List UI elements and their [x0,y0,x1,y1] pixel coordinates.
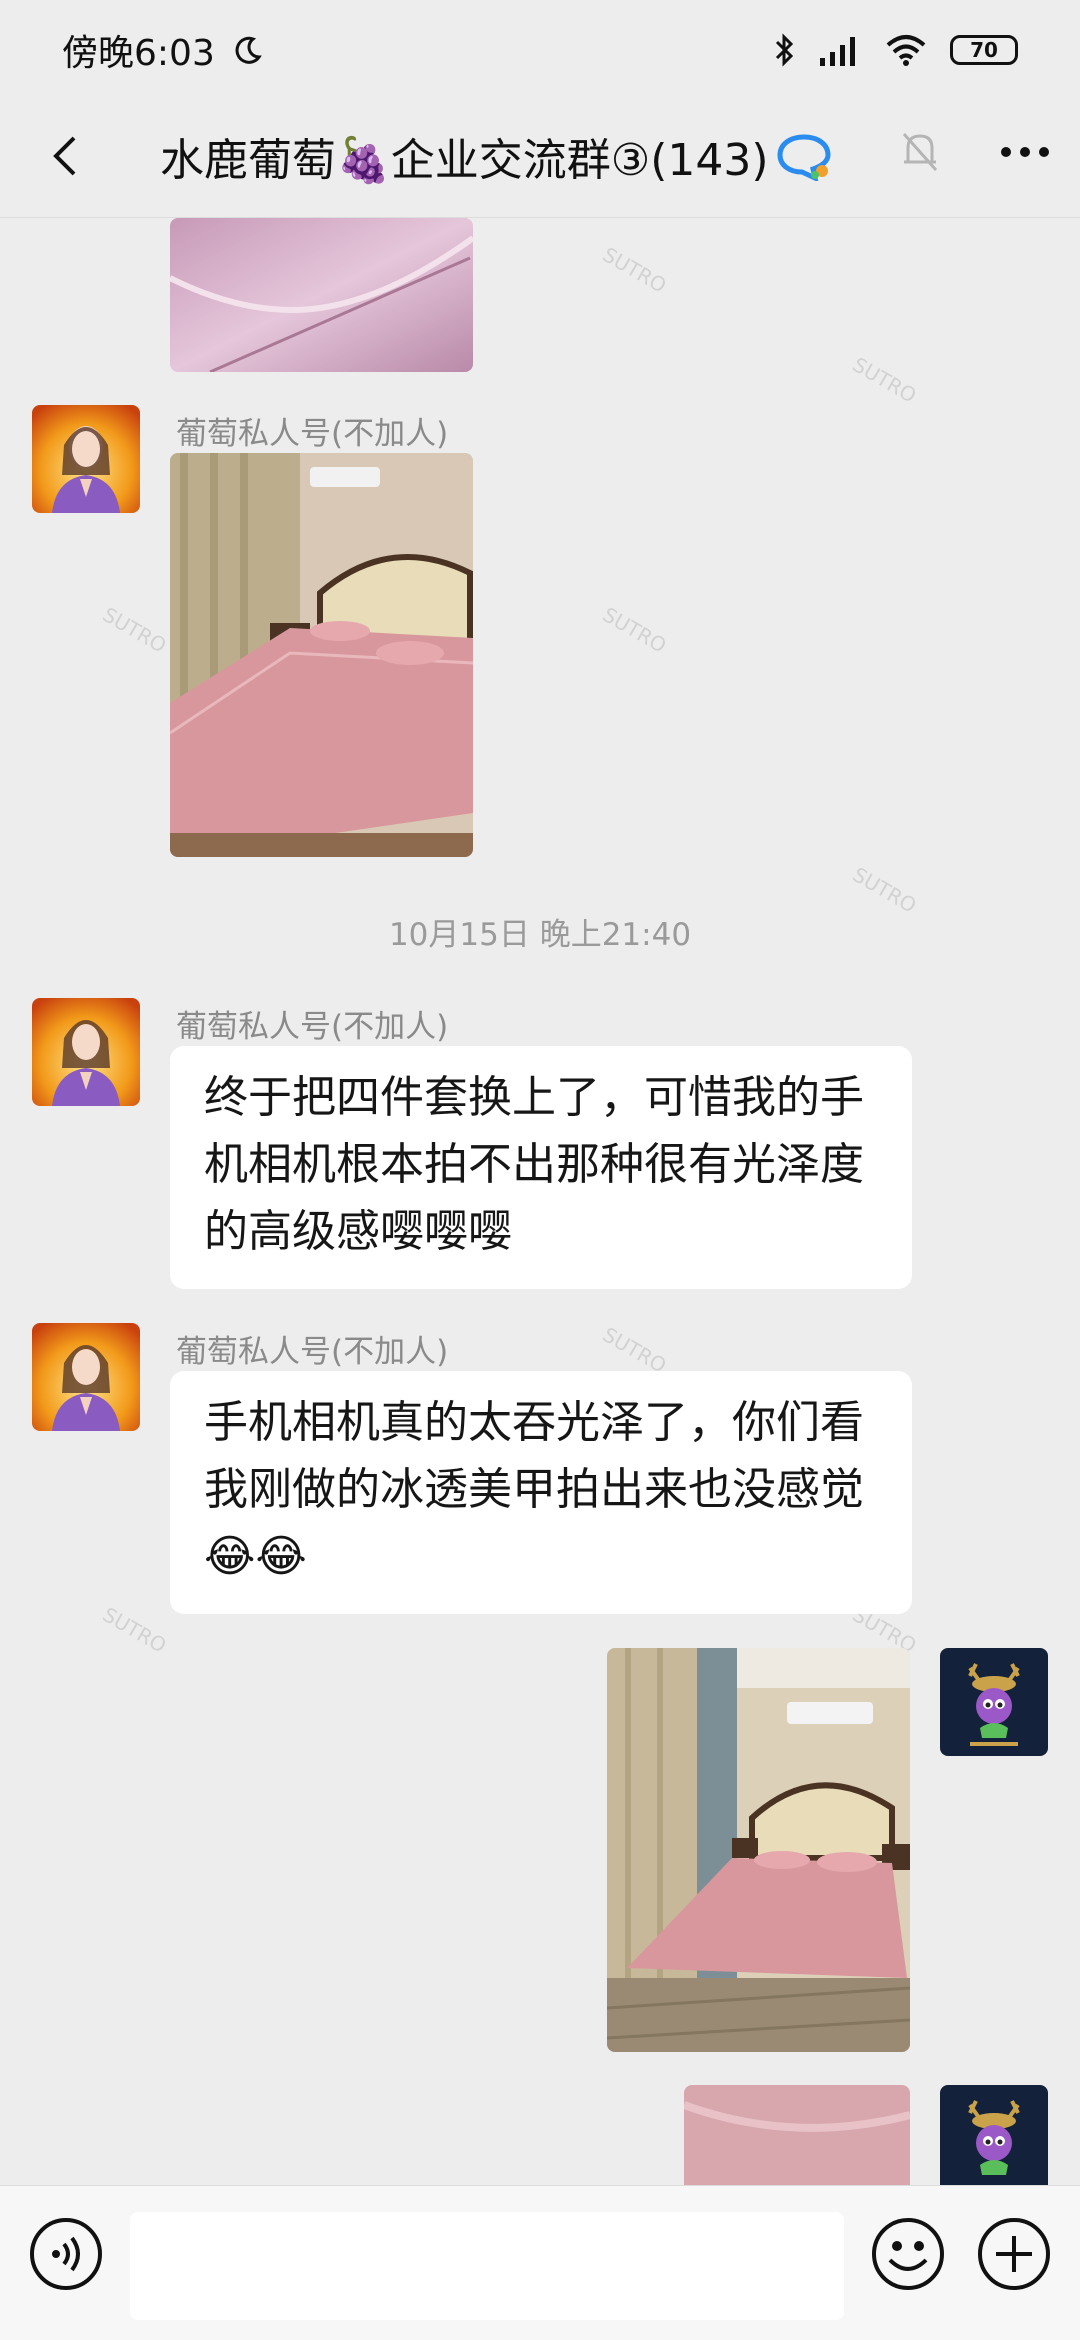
user-avatar-image [32,1323,140,1431]
bedroom-photo-image [607,1648,910,2052]
grape-logo-avatar-image [940,1648,1048,1756]
silk-sheet-image [684,2085,910,2185]
watermark: SUTRO [598,1322,671,1378]
sender-name: 葡萄私人号(不加人) [176,1334,449,1370]
voice-icon[interactable] [28,2216,104,2292]
chat-header: 水鹿葡萄🍇企业交流群③(143) [0,100,1080,218]
watermark: SUTRO [848,352,921,408]
message-bubble[interactable]: 手机相机真的太吞光泽了，你们看我刚做的冰透美甲拍出来也没感觉😂😂 [170,1371,912,1614]
my-avatar[interactable] [940,1648,1048,1756]
avatar[interactable] [32,1323,140,1431]
watermark: SUTRO [598,242,671,298]
input-bar [0,2185,1080,2340]
plus-icon[interactable] [976,2216,1052,2292]
bedroom-photo-image [170,453,473,857]
sender-name: 葡萄私人号(不加人) [176,1009,449,1045]
watermark: SUTRO [598,602,671,658]
mute-bell-icon[interactable] [900,130,940,174]
message-bubble[interactable]: 终于把四件套换上了，可惜我的手机相机根本拍不出那种很有光泽度的高级感嘤嘤嘤 [170,1046,912,1289]
avatar[interactable] [32,405,140,513]
group-name: 水鹿葡萄🍇企业交流群③(143) [160,135,769,186]
moon-icon [235,36,262,64]
message-input[interactable] [130,2212,844,2320]
photo-message[interactable] [170,453,473,857]
message-text: 终于把四件套换上了，可惜我的手机相机根本拍不出那种很有光泽度的高级感嘤嘤嘤 [204,1072,864,1257]
battery-indicator: 70 [950,35,1018,65]
watermark: SUTRO [98,1602,171,1658]
bluetooth-icon [775,33,794,67]
watermark: SUTRO [98,602,171,658]
avatar[interactable] [32,998,140,1106]
photo-message[interactable] [684,2085,910,2185]
photo-message[interactable] [607,1648,910,2052]
status-bar: 傍晚6:03 70 [0,0,1080,100]
battery-level: 70 [970,38,998,62]
user-avatar-image [32,998,140,1106]
status-time: 傍晚6:03 [62,33,215,74]
silk-sheet-image [170,218,473,372]
message-text: 手机相机真的太吞光泽了，你们看我刚做的冰透美甲拍出来也没感觉😂😂 [204,1397,864,1582]
signal-icon [820,37,855,66]
chat-area[interactable]: SUTRO SUTRO SUTRO SUTRO SUTRO SUTRO SUTR… [0,218,1080,2185]
emoji-icon[interactable] [870,2216,946,2292]
photo-message[interactable] [170,218,473,372]
sender-name: 葡萄私人号(不加人) [176,416,449,452]
chat-bubble-icon [777,134,831,181]
user-avatar-image [32,405,140,513]
chat-title: 水鹿葡萄🍇企业交流群③(143) [160,126,833,186]
timestamp: 10月15日 晚上21:40 [388,917,692,953]
more-icon[interactable] [1000,146,1050,158]
grape-logo-avatar-image [940,2085,1048,2185]
my-avatar[interactable] [940,2085,1048,2185]
wifi-icon [886,35,926,66]
back-arrow-icon[interactable] [36,126,96,186]
